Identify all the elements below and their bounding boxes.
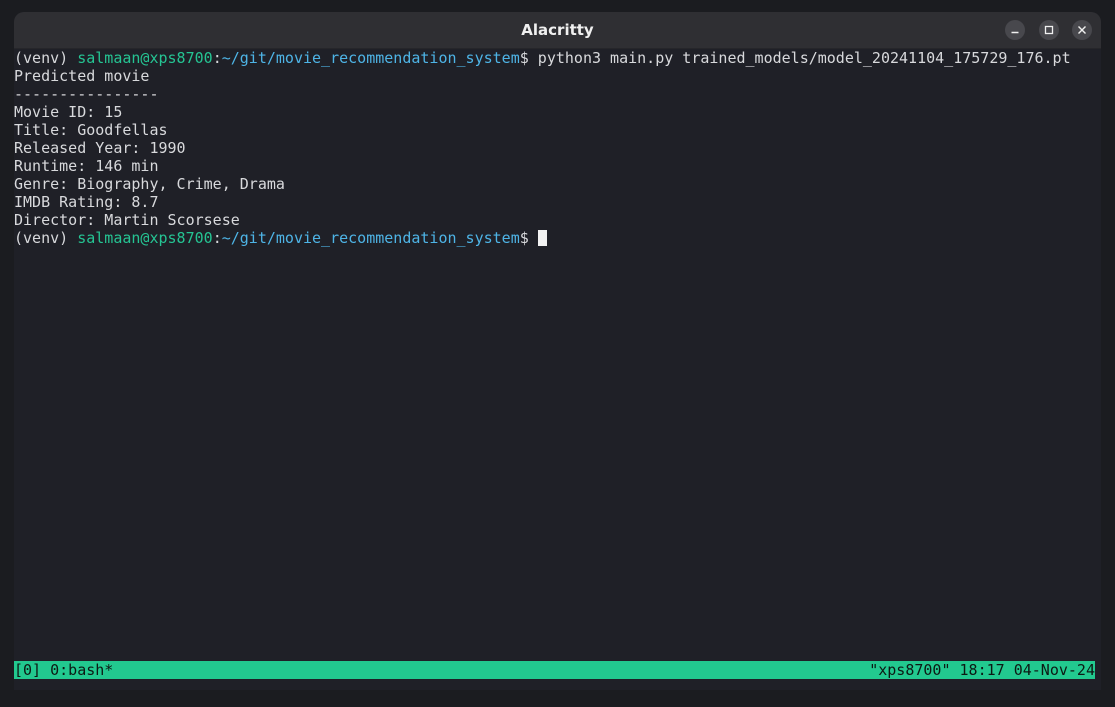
output-line: Predicted movie bbox=[14, 67, 150, 85]
text-cursor bbox=[537, 230, 547, 246]
prompt-colon: : bbox=[212, 229, 222, 247]
prompt-path: ~/git/movie_recommendation_system bbox=[221, 49, 520, 67]
window-title: Alacritty bbox=[521, 21, 594, 39]
output-line: Director: Martin Scorsese bbox=[14, 211, 240, 229]
output-line: Movie ID: 15 bbox=[14, 103, 123, 121]
output-line: Title: Goodfellas bbox=[14, 121, 168, 139]
close-button[interactable] bbox=[1072, 20, 1092, 40]
venv-indicator: (venv) bbox=[14, 229, 78, 247]
tmux-status-bar: [0] 0:bash* "xps8700" 18:17 04-Nov-24 bbox=[14, 661, 1095, 679]
prompt-user-host: salmaan@xps8700 bbox=[77, 49, 213, 67]
minimize-button[interactable] bbox=[1005, 20, 1025, 40]
prompt-user-host: salmaan@xps8700 bbox=[77, 229, 213, 247]
tmux-window-list[interactable]: [0] 0:bash* bbox=[14, 661, 113, 679]
terminal-content[interactable]: (venv) salmaan@xps8700:~/git/movie_recom… bbox=[14, 49, 1101, 658]
terminal-window: Alacritty (venv) salmaan@xps8700:~/git/m… bbox=[14, 12, 1101, 690]
current-prompt-line[interactable]: (venv) salmaan@xps8700:~/git/movie_recom… bbox=[14, 229, 1101, 247]
prompt-path: ~/git/movie_recommendation_system bbox=[221, 229, 520, 247]
output-line: Runtime: 146 min bbox=[14, 157, 159, 175]
command-line: (venv) salmaan@xps8700:~/git/movie_recom… bbox=[14, 49, 1101, 67]
output-line: Genre: Biography, Crime, Drama bbox=[14, 175, 285, 193]
output-line: Released Year: 1990 bbox=[14, 139, 186, 157]
maximize-button[interactable] bbox=[1039, 20, 1059, 40]
title-bar[interactable]: Alacritty bbox=[14, 12, 1101, 49]
output-line: IMDB Rating: 8.7 bbox=[14, 193, 159, 211]
output-line: ---------------- bbox=[14, 85, 159, 103]
tmux-status-info: "xps8700" 18:17 04-Nov-24 bbox=[869, 661, 1095, 679]
close-icon bbox=[1078, 26, 1086, 34]
command-text: python3 main.py trained_models/model_202… bbox=[537, 49, 1071, 67]
minimize-icon bbox=[1011, 31, 1019, 34]
venv-indicator: (venv) bbox=[14, 49, 78, 67]
prompt-dollar: $ bbox=[519, 229, 538, 247]
prompt-colon: : bbox=[212, 49, 222, 67]
prompt-dollar: $ bbox=[519, 49, 538, 67]
maximize-icon bbox=[1044, 25, 1054, 35]
